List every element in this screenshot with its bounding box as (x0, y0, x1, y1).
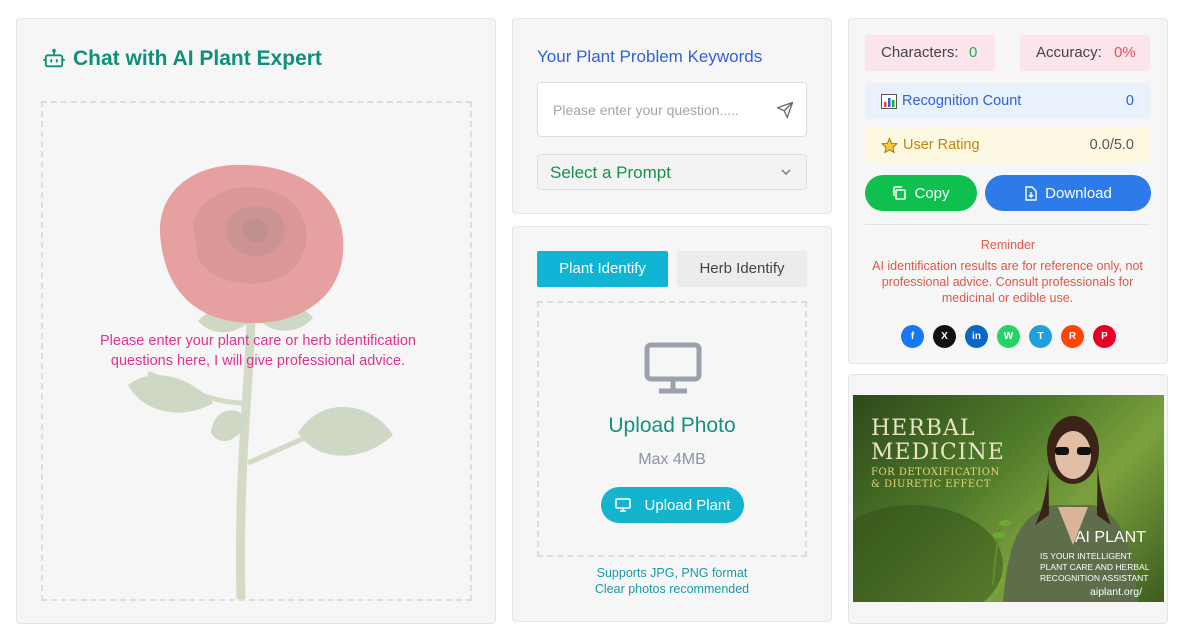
accuracy-value: 0% (1114, 44, 1136, 61)
monitor-small-icon (614, 498, 631, 512)
linkedin-share-icon[interactable]: in (965, 325, 988, 348)
chevron-down-icon (781, 169, 791, 176)
ad-tagline-1: IS YOUR INTELLIGENT (1040, 551, 1132, 561)
recognition-count-row: Recognition Count 0 (865, 83, 1150, 119)
upload-plant-button[interactable]: Upload Plant (601, 487, 744, 523)
chat-panel: Chat with AI Plant Expert Please enter y… (16, 18, 496, 624)
download-button[interactable]: Download (985, 175, 1151, 211)
upload-title: Upload Photo (608, 414, 736, 437)
characters-value: 0 (969, 44, 978, 61)
stats-panel: Characters: 0 Accuracy: 0% Recognition C… (848, 18, 1168, 364)
rating-label: User Rating (903, 137, 980, 153)
bar-chart-icon (881, 93, 897, 109)
social-share-row: f Xin W T R P (901, 325, 1116, 348)
chat-message-area[interactable]: Please enter your plant care or herb ide… (41, 101, 472, 601)
ad-sub-line1: FOR DETOXIFICATION (871, 467, 1000, 478)
chat-title-text: Chat with AI Plant Expert (73, 47, 322, 70)
star-icon (881, 136, 898, 153)
question-input-wrapper (537, 82, 807, 137)
ad-headline-line2: MEDICINE (871, 440, 1005, 465)
reminder-text: AI identification results are for refere… (872, 259, 1143, 305)
upload-plant-label: Upload Plant (644, 496, 731, 514)
copy-button[interactable]: Copy (865, 175, 977, 211)
send-icon[interactable] (776, 101, 794, 119)
ad-headline-line1: HERBAL (871, 416, 976, 441)
pinterest-share-icon[interactable]: P (1093, 325, 1116, 348)
rating-label-wrap: User Rating (881, 127, 980, 163)
telegram-share-icon[interactable]: T (1029, 325, 1052, 348)
ad-tagline-3: RECOGNITION ASSISTANT (1040, 573, 1149, 583)
question-input[interactable] (538, 83, 768, 136)
user-rating-row: User Rating 0.0/5.0 (865, 127, 1150, 163)
prompt-select[interactable]: Select a Prompt (537, 154, 807, 190)
ad-tagline-2: PLANT CARE AND HERBAL (1040, 562, 1150, 572)
download-label: Download (1045, 184, 1112, 202)
upload-format-note: Supports JPG, PNG format (596, 566, 748, 580)
ad-tagline: IS YOUR INTELLIGENT PLANT CARE AND HERBAL… (1040, 551, 1150, 584)
whatsapp-share-icon[interactable]: W (997, 325, 1020, 348)
upload-max-size: Max 4MB (638, 451, 706, 468)
herbal-medicine-banner[interactable]: HERBAL MEDICINE FOR DETOXIFICATION & DIURE… (853, 395, 1164, 602)
reminder-title: Reminder (980, 238, 1036, 252)
ad-subheadline: FOR DETOXIFICATION & DIURETIC EFFECT (871, 467, 1000, 491)
divider (865, 224, 1150, 225)
recognition-value: 0 (1125, 93, 1134, 109)
chat-title: Chat with AI Plant Expert (43, 47, 322, 71)
copy-icon (893, 186, 907, 200)
rating-value: 0.0/5.0 (1089, 137, 1134, 153)
facebook-share-icon[interactable]: f (901, 325, 924, 348)
robot-icon (43, 48, 65, 68)
ad-headline: HERBAL MEDICINE (871, 417, 1005, 465)
file-download-icon (1025, 185, 1037, 201)
ad-url: aiplant.org/ (1090, 586, 1142, 598)
accuracy-label: Accuracy: (1036, 44, 1102, 61)
chat-placeholder-hint: Please enter your plant care or herb ide… (100, 333, 416, 369)
keywords-panel: Your Plant Problem Keywords Select a Pro… (512, 18, 832, 214)
keywords-title: Your Plant Problem Keywords (537, 47, 763, 66)
prompt-select-value: Select a Prompt (550, 163, 671, 182)
ad-brand: AI PLANT (1074, 529, 1146, 546)
tab-plant-identify[interactable]: Plant Identify (537, 251, 668, 287)
x-share-icon[interactable]: X (933, 325, 956, 348)
reddit-share-icon[interactable]: R (1061, 325, 1084, 348)
characters-stat: Characters: 0 (865, 35, 995, 71)
copy-label: Copy (914, 184, 950, 202)
characters-label: Characters: (881, 44, 959, 61)
identify-panel: Plant Identify Herb Identify Upload Phot… (512, 226, 832, 622)
upload-quality-note: Clear photos recommended (594, 582, 750, 596)
recognition-label: Recognition Count (902, 93, 1022, 109)
upload-dropzone[interactable]: Upload Photo Max 4MB Upload Plant (537, 301, 807, 557)
tab-herb-identify[interactable]: Herb Identify (677, 251, 807, 287)
ad-panel: HERBAL MEDICINE FOR DETOXIFICATION & DIURE… (848, 374, 1168, 624)
ad-sub-line2: & DIURETIC EFFECT (871, 479, 992, 490)
recognition-label-wrap: Recognition Count (881, 83, 1021, 119)
monitor-icon (644, 342, 702, 394)
accuracy-stat: Accuracy: 0% (1020, 35, 1150, 71)
